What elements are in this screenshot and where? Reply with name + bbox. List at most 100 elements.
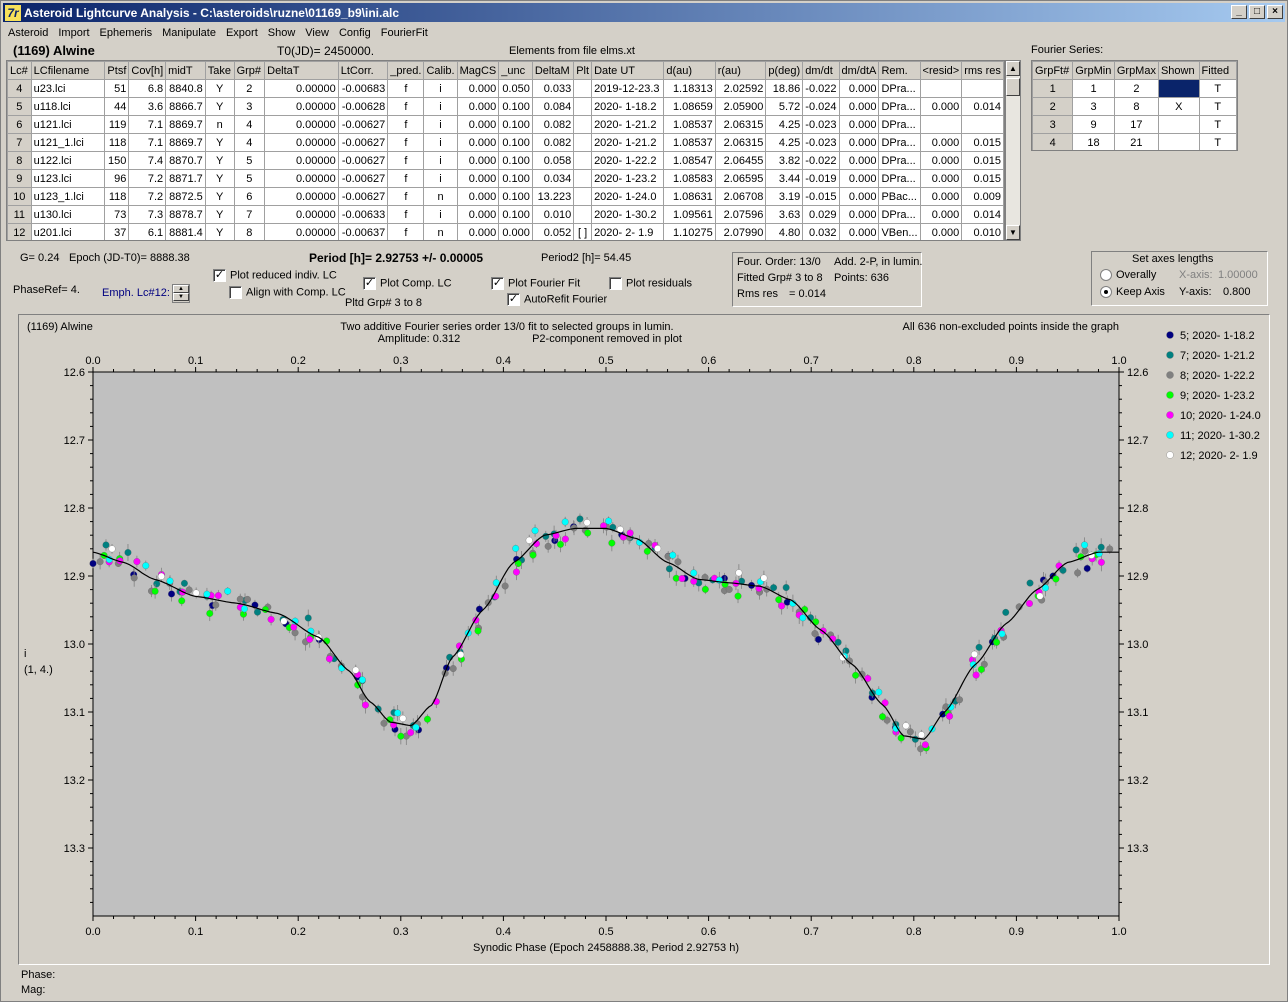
table-cell[interactable]: -0.00627 [337,151,389,170]
table-cell[interactable]: DPra... [878,97,921,116]
table-cell[interactable]: 0.100 [498,97,533,116]
table-cell[interactable]: f [387,169,425,188]
table-cell[interactable]: 0.00000 [264,115,339,134]
table-cell[interactable]: 0.000 [919,223,963,240]
table-cell[interactable]: 0.000 [838,151,880,170]
table-cell[interactable]: 1.08537 [663,115,716,134]
table-cell[interactable]: i [423,133,458,152]
spin-down-icon[interactable]: ▼ [173,293,189,301]
fourier-cell[interactable] [1157,133,1200,150]
table-cell[interactable]: 0.100 [498,133,533,152]
table-cell[interactable] [573,151,593,170]
table-cell[interactable]: 6.8 [128,79,167,98]
table-cell[interactable]: Y [204,97,235,116]
table-cell[interactable]: 0.084 [531,97,575,116]
table-cell[interactable]: 0.000 [838,133,880,152]
emph-spinner[interactable]: ▲ ▼ [172,284,190,303]
table-cell[interactable]: i [423,97,458,116]
table-cell[interactable]: Y [204,169,235,188]
table-cell[interactable]: 2020- 1-23.2 [591,169,665,188]
table-cell[interactable]: 0.015 [961,133,1004,152]
table-cell[interactable] [573,115,593,134]
table-cell[interactable]: VBen... [878,223,921,240]
plot-residuals-checkbox[interactable]: Plot residuals [609,277,692,290]
table-cell[interactable]: 0.00000 [264,205,339,224]
table-cell[interactable]: 1.08631 [663,187,716,206]
table-cell[interactable]: 2.06315 [714,115,767,134]
fourier-series-table[interactable]: GrpFt# GrpMin GrpMax Shown Fitted 112T238XT3… [1031,60,1238,151]
table-cell[interactable]: 0.000 [456,97,500,116]
table-cell[interactable]: 37 [104,223,130,240]
table-cell[interactable]: 0.000 [919,133,963,152]
table-cell[interactable]: 0.000 [456,223,500,240]
table-cell[interactable]: 8869.7 [165,133,206,152]
table-cell[interactable] [573,133,593,152]
table-cell[interactable]: -0.022 [802,151,840,170]
table-cell[interactable]: 5 [233,151,266,170]
table-cell[interactable]: 2.06595 [714,169,767,188]
fourier-column-header[interactable]: GrpMin [1072,61,1115,80]
table-cell[interactable]: 0.000 [919,97,963,116]
table-cell[interactable]: 4.80 [765,223,804,240]
table-cell[interactable]: -0.00683 [337,79,389,98]
table-cell[interactable]: 0.032 [802,223,840,240]
table-cell[interactable] [573,187,593,206]
table-cell[interactable]: 13.223 [531,187,575,206]
column-header[interactable]: Ptsf [104,61,130,80]
table-cell[interactable]: -0.00627 [337,133,389,152]
table-cell[interactable]: 150 [104,151,130,170]
column-header[interactable]: _unc [498,61,533,80]
table-cell[interactable]: -0.022 [802,79,840,98]
table-row[interactable]: 10 u123_1.lci 118 7.2 8872.5 Y 6 0.00000 -0.0062… [7,187,1004,206]
fourier-cell[interactable]: 1 [1032,79,1074,98]
column-header[interactable]: dm/dtA [838,61,880,80]
table-cell[interactable]: 0.000 [838,79,880,98]
table-cell[interactable]: Y [204,187,235,206]
table-cell[interactable]: i [423,79,458,98]
table-cell[interactable]: 0.034 [531,169,575,188]
table-cell[interactable]: 8866.7 [165,97,206,116]
table-cell[interactable]: 0.082 [531,115,575,134]
table-cell[interactable]: 0.000 [838,97,880,116]
fourier-cell[interactable]: 18 [1072,133,1115,150]
table-cell[interactable]: u201.lci [30,223,106,240]
table-cell[interactable]: -0.00628 [337,97,389,116]
table-cell[interactable]: 6.1 [128,223,167,240]
table-cell[interactable]: 0.000 [838,169,880,188]
table-cell[interactable]: 2.07596 [714,205,767,224]
table-cell[interactable]: 2019-12-23.3 [591,79,665,98]
table-cell[interactable]: DPra... [878,151,921,170]
table-cell[interactable]: 73 [104,205,130,224]
table-cell[interactable]: u130.lci [30,205,106,224]
table-cell[interactable]: Y [204,151,235,170]
column-header[interactable]: MagCS [456,61,500,80]
table-cell[interactable]: 1.08583 [663,169,716,188]
table-cell[interactable]: 51 [104,79,130,98]
table-cell[interactable]: 0.010 [961,223,1004,240]
table-cell[interactable]: f [387,187,425,206]
table-cell[interactable]: 1.08659 [663,97,716,116]
menu-view[interactable]: View [300,27,334,39]
table-cell[interactable]: u123.lci [30,169,106,188]
table-cell[interactable]: 4.25 [765,133,804,152]
column-header[interactable]: DeltaM [531,61,575,80]
column-header[interactable]: DeltaT [264,61,339,80]
fourier-cell[interactable]: T [1198,79,1237,98]
table-cell[interactable]: 0.00000 [264,79,339,98]
table-cell[interactable]: 4.25 [765,115,804,134]
table-cell[interactable]: 0.000 [498,223,533,240]
fourier-column-header[interactable]: Shown [1157,61,1200,80]
table-cell[interactable]: Y [204,133,235,152]
table-cell[interactable]: 0.00000 [264,187,339,206]
menu-show[interactable]: Show [263,27,301,39]
table-cell[interactable]: 3.82 [765,151,804,170]
table-cell[interactable]: 12 [7,223,32,240]
table-cell[interactable]: 7.4 [128,151,167,170]
table-scrollbar[interactable]: ▲ ▼ [1005,60,1021,241]
column-header[interactable]: Date UT [591,61,665,80]
menu-manipulate[interactable]: Manipulate [157,27,221,39]
table-cell[interactable]: 2.06315 [714,133,767,152]
table-cell[interactable]: 0.00000 [264,97,339,116]
menu-import[interactable]: Import [53,27,94,39]
table-cell[interactable]: 2020- 1-22.2 [591,151,665,170]
